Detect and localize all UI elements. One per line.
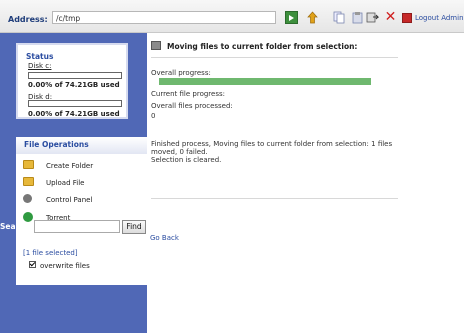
logout-link[interactable]: Logout Admin — [415, 14, 464, 22]
main-panel: Moving files to current folder from sele… — [147, 33, 464, 333]
paste-icon[interactable] — [351, 11, 364, 24]
current-progress-label: Current file progress: — [151, 90, 225, 98]
move-icon[interactable] — [366, 11, 380, 24]
divider — [151, 57, 398, 58]
divider — [151, 198, 398, 199]
upload-folder-icon — [23, 177, 34, 186]
status-title: Status — [26, 52, 54, 61]
overall-progress-fill — [159, 78, 371, 85]
create-folder-button[interactable]: Create Folder — [23, 159, 143, 173]
selection-count[interactable]: [1 file selected] — [23, 249, 78, 257]
result-message-line: Selection is cleared. — [151, 156, 222, 164]
folder-icon — [23, 160, 34, 169]
disk-c-usage-bar — [28, 72, 122, 79]
upload-file-label: Upload File — [46, 179, 85, 187]
result-message-line: Finished process, Moving files to curren… — [151, 140, 393, 148]
address-label: Address: — [8, 15, 48, 24]
disk-c-label: Disk c: — [28, 62, 52, 70]
disk-d-usage-bar — [28, 100, 122, 107]
torrent-icon — [23, 212, 33, 222]
logout-icon[interactable] — [402, 13, 412, 23]
overwrite-label: overwrite files — [40, 262, 90, 270]
search-input[interactable] — [34, 220, 120, 233]
go-back-link[interactable]: Go Back — [150, 234, 179, 242]
upload-file-button[interactable]: Upload File — [23, 176, 143, 190]
control-panel-button[interactable]: Control Panel — [23, 193, 143, 207]
find-button[interactable]: Find — [122, 220, 146, 234]
result-message: Finished process, Moving files to curren… — [151, 140, 411, 164]
file-operations-title: File Operations — [16, 137, 147, 154]
overall-progress-bar — [159, 78, 371, 85]
copy-icon[interactable] — [333, 11, 346, 24]
overall-progress-label: Overall progress: — [151, 69, 211, 77]
sidebar: Status Disk c: 0.00% of 74.21GB used Dis… — [0, 33, 147, 333]
gear-icon — [23, 194, 32, 203]
upload-icon[interactable] — [306, 11, 319, 24]
selection-panel: [1 file selected] overwrite files — [16, 241, 147, 285]
toolbar: Address: /c/tmp ✕ Logout Admin — [0, 0, 464, 33]
files-processed-value: 0 — [151, 112, 156, 120]
go-icon[interactable] — [285, 11, 298, 24]
status-panel: Status Disk c: 0.00% of 74.21GB used Dis… — [16, 43, 128, 119]
delete-icon[interactable]: ✕ — [384, 10, 397, 24]
disk-d-usage-text: 0.00% of 74.21GB used — [28, 110, 120, 118]
result-message-line: moved, 0 failed. — [151, 148, 208, 156]
page-title: Moving files to current folder from sele… — [167, 42, 358, 51]
address-input[interactable]: /c/tmp — [52, 11, 276, 24]
control-panel-label: Control Panel — [46, 196, 93, 204]
files-processed-label: Overall files processed: — [151, 102, 233, 110]
overwrite-checkbox[interactable] — [29, 261, 36, 268]
create-folder-label: Create Folder — [46, 162, 94, 170]
search-label: Search: — [0, 222, 33, 231]
move-files-icon — [151, 41, 161, 50]
disk-c-usage-text: 0.00% of 74.21GB used — [28, 81, 120, 89]
